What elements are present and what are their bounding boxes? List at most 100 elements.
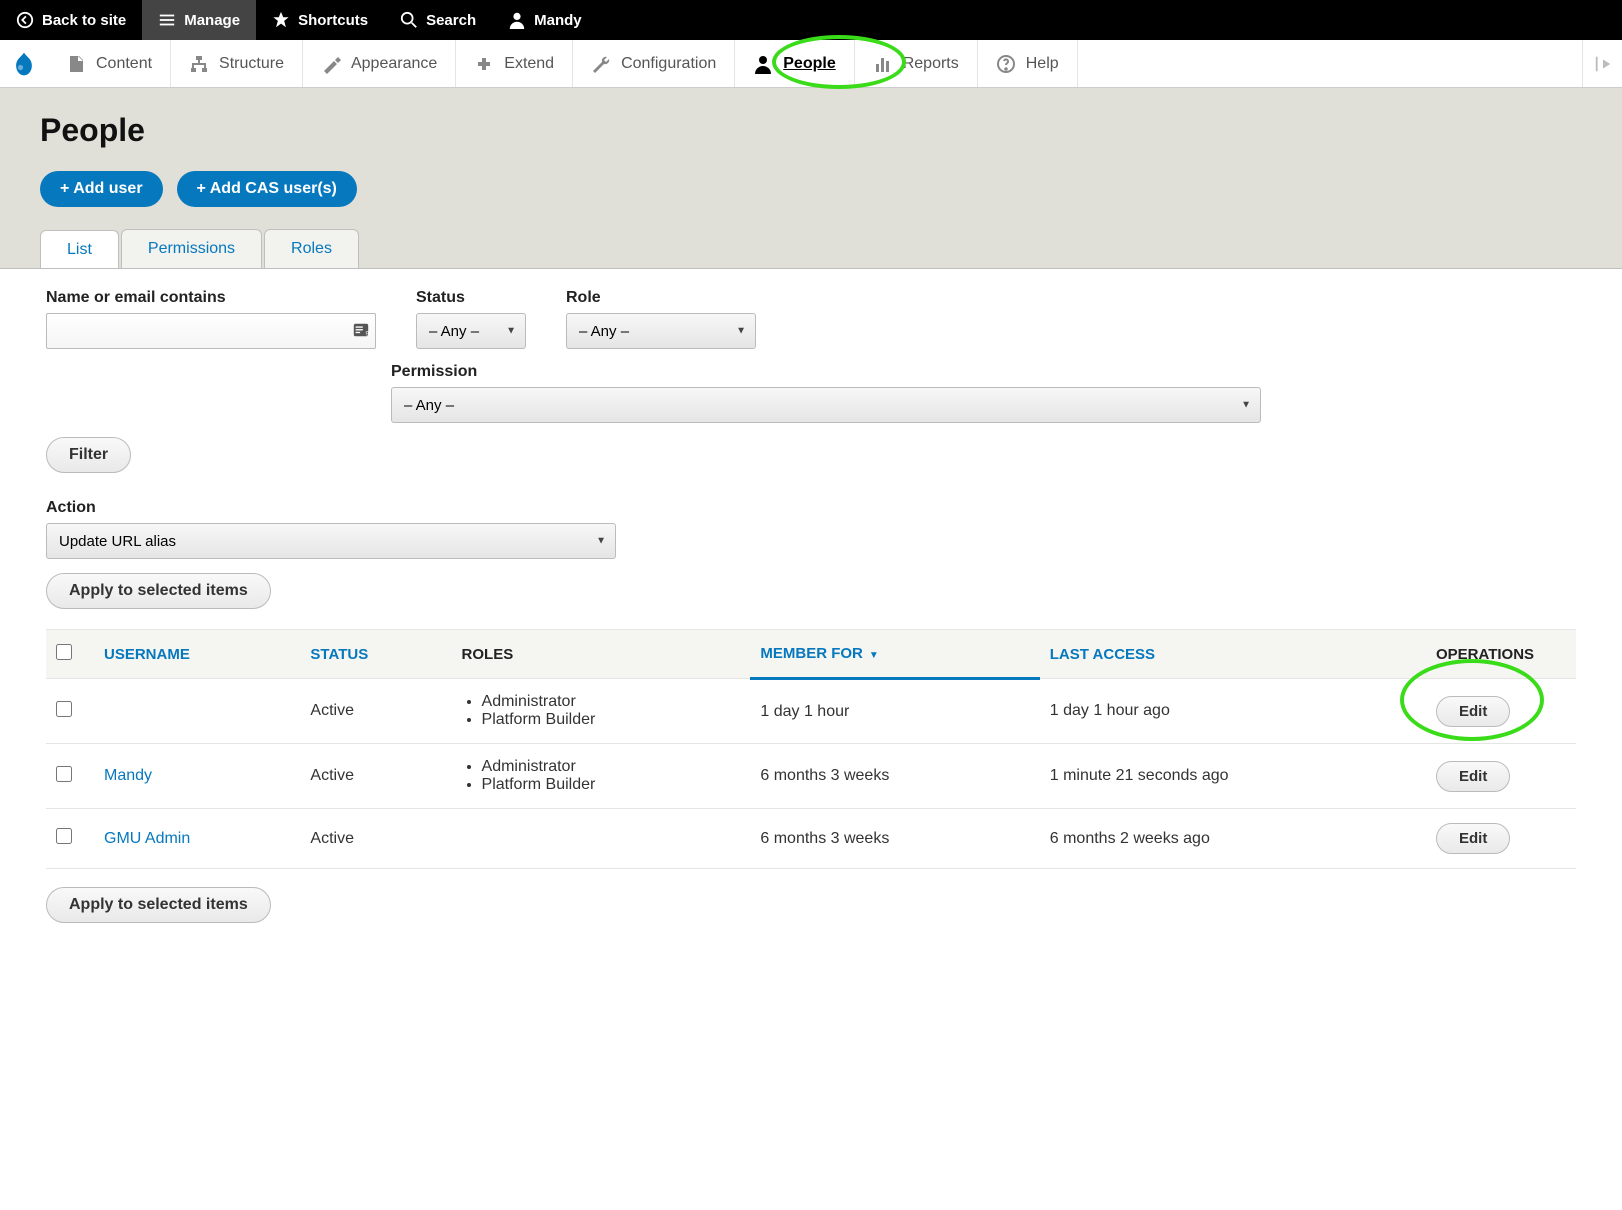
col-operations: OPERATIONS bbox=[1426, 630, 1576, 679]
sort-desc-icon: ▼ bbox=[869, 650, 879, 661]
roles-cell bbox=[452, 809, 751, 869]
admin-menu-structure[interactable]: Structure bbox=[171, 40, 303, 87]
filter-name-input[interactable] bbox=[46, 313, 376, 349]
help-icon bbox=[996, 54, 1016, 74]
filter-permission-select[interactable]: – Any – bbox=[391, 387, 1261, 423]
reports-icon bbox=[873, 54, 893, 74]
roles-cell: AdministratorPlatform Builder bbox=[452, 744, 751, 809]
admin-menu-reports[interactable]: Reports bbox=[855, 40, 978, 87]
action-label: Action bbox=[46, 499, 1576, 517]
table-row: Active AdministratorPlatform Builder 1 d… bbox=[46, 679, 1576, 744]
shortcuts-link[interactable]: Shortcuts bbox=[256, 0, 384, 40]
admin-menu-help[interactable]: Help bbox=[978, 40, 1078, 87]
user-label: Mandy bbox=[534, 12, 582, 29]
filter-name-label: Name or email contains bbox=[46, 289, 376, 307]
edit-button[interactable]: Edit bbox=[1436, 761, 1510, 792]
admin-menu-content[interactable]: Content bbox=[48, 40, 171, 87]
row-checkbox[interactable] bbox=[56, 701, 72, 717]
status-cell: Active bbox=[300, 679, 451, 744]
users-table: USERNAME STATUS ROLES MEMBER FOR▼ LAST A… bbox=[46, 629, 1576, 869]
status-cell: Active bbox=[300, 744, 451, 809]
menu-label: Appearance bbox=[351, 55, 437, 73]
username-link[interactable]: Mandy bbox=[104, 767, 152, 784]
page-title: People bbox=[40, 112, 1582, 149]
hamburger-icon bbox=[158, 11, 176, 29]
back-to-site-link[interactable]: Back to site bbox=[0, 0, 142, 40]
topbar: Back to site Manage Shortcuts Search Man… bbox=[0, 0, 1622, 40]
search-icon bbox=[400, 11, 418, 29]
user-link[interactable]: Mandy bbox=[492, 0, 598, 40]
col-member-for-label: MEMBER FOR bbox=[760, 645, 863, 662]
tab-list[interactable]: List bbox=[40, 230, 119, 269]
menu-label: Reports bbox=[903, 55, 959, 73]
filter-permission-label: Permission bbox=[391, 363, 1261, 381]
filter-permission-group: Permission – Any – bbox=[391, 363, 1261, 423]
manage-link[interactable]: Manage bbox=[142, 0, 256, 40]
edit-button[interactable]: Edit bbox=[1436, 823, 1510, 854]
filter-role-group: Role – Any – bbox=[566, 289, 756, 349]
filter-button[interactable]: Filter bbox=[46, 437, 131, 473]
role-item: Platform Builder bbox=[482, 776, 741, 794]
search-link[interactable]: Search bbox=[384, 0, 492, 40]
apply-action-bottom-button[interactable]: Apply to selected items bbox=[46, 887, 271, 923]
shortcuts-label: Shortcuts bbox=[298, 12, 368, 29]
select-all-checkbox[interactable] bbox=[56, 644, 72, 660]
menu-label: Structure bbox=[219, 55, 284, 73]
member-for-cell: 1 day 1 hour bbox=[750, 679, 1039, 744]
status-cell: Active bbox=[300, 809, 451, 869]
drupal-logo[interactable] bbox=[0, 40, 48, 87]
edit-button[interactable]: Edit bbox=[1436, 696, 1510, 727]
filter-role-label: Role bbox=[566, 289, 756, 307]
structure-icon bbox=[189, 54, 209, 74]
role-item: Administrator bbox=[482, 758, 741, 776]
last-access-cell: 1 minute 21 seconds ago bbox=[1040, 744, 1426, 809]
tab-permissions[interactable]: Permissions bbox=[121, 229, 262, 268]
action-group: Action Update URL alias bbox=[46, 499, 1576, 559]
add-cas-user-button[interactable]: + Add CAS user(s) bbox=[177, 171, 357, 207]
last-access-cell: 1 day 1 hour ago bbox=[1040, 679, 1426, 744]
admin-menu-extend[interactable]: Extend bbox=[456, 40, 573, 87]
people-icon bbox=[753, 54, 773, 74]
content-icon bbox=[66, 54, 86, 74]
menu-label: Content bbox=[96, 55, 152, 73]
row-checkbox[interactable] bbox=[56, 766, 72, 782]
back-arrow-icon bbox=[16, 11, 34, 29]
member-for-cell: 6 months 3 weeks bbox=[750, 744, 1039, 809]
username-link[interactable]: GMU Admin bbox=[104, 830, 190, 847]
filter-status-select[interactable]: – Any – bbox=[416, 313, 526, 349]
filter-status-group: Status – Any – bbox=[416, 289, 526, 349]
select-all-header bbox=[46, 630, 94, 679]
col-last-access[interactable]: LAST ACCESS bbox=[1040, 630, 1426, 679]
svg-text:9+: 9+ bbox=[366, 330, 371, 337]
filter-role-select[interactable]: – Any – bbox=[566, 313, 756, 349]
table-row: GMU Admin Active 6 months 3 weeks 6 mont… bbox=[46, 809, 1576, 869]
row-checkbox[interactable] bbox=[56, 828, 72, 844]
action-select[interactable]: Update URL alias bbox=[46, 523, 616, 559]
content-area: Name or email contains 9+ Status – Any –… bbox=[0, 268, 1622, 953]
col-username[interactable]: USERNAME bbox=[94, 630, 300, 679]
role-item: Platform Builder bbox=[482, 711, 741, 729]
roles-cell: AdministratorPlatform Builder bbox=[452, 679, 751, 744]
page-header-area: People + Add user + Add CAS user(s) List… bbox=[0, 88, 1622, 268]
add-user-button[interactable]: + Add user bbox=[40, 171, 163, 207]
autocomplete-icon: 9+ bbox=[352, 321, 370, 339]
admin-menu-configuration[interactable]: Configuration bbox=[573, 40, 735, 87]
tabs: List Permissions Roles bbox=[40, 229, 1582, 268]
admin-menu-appearance[interactable]: Appearance bbox=[303, 40, 456, 87]
apply-action-top-button[interactable]: Apply to selected items bbox=[46, 573, 271, 609]
collapse-toolbar-button[interactable] bbox=[1582, 40, 1622, 87]
col-status[interactable]: STATUS bbox=[300, 630, 451, 679]
col-member-for[interactable]: MEMBER FOR ▼ bbox=[750, 630, 1039, 679]
role-item: Administrator bbox=[482, 693, 741, 711]
menu-label: Extend bbox=[504, 55, 554, 73]
extend-icon bbox=[474, 54, 494, 74]
tab-roles[interactable]: Roles bbox=[264, 229, 359, 268]
menu-label: Configuration bbox=[621, 55, 716, 73]
menu-label: People bbox=[783, 55, 835, 73]
admin-menu-people[interactable]: People bbox=[735, 40, 854, 87]
user-icon bbox=[508, 11, 526, 29]
admin-menu: Content Structure Appearance Extend Conf… bbox=[0, 40, 1622, 88]
appearance-icon bbox=[321, 54, 341, 74]
action-buttons: + Add user + Add CAS user(s) bbox=[40, 171, 1582, 207]
table-row: Mandy Active AdministratorPlatform Build… bbox=[46, 744, 1576, 809]
